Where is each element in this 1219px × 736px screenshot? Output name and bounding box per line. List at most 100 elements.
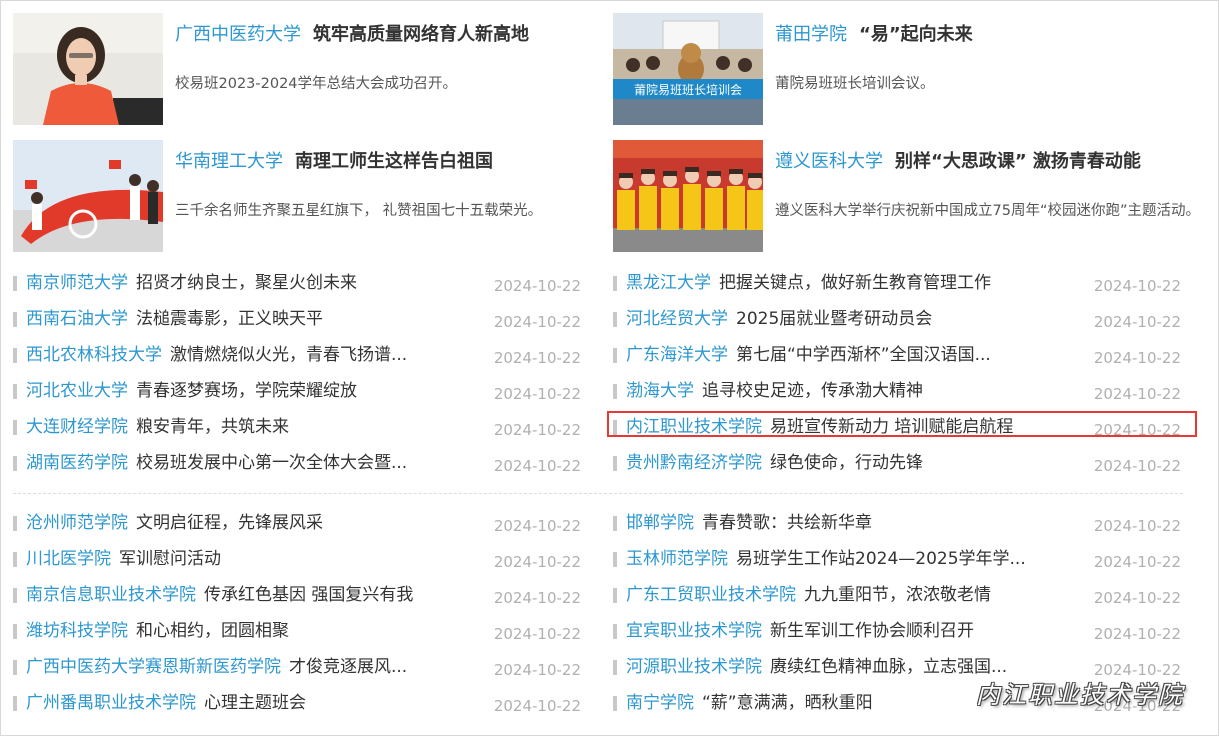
news-title-link[interactable]: 心理主题班会 [204, 693, 306, 713]
school-link[interactable]: 西北农林科技大学 [26, 345, 162, 365]
list-item[interactable]: 广东海洋大学 第七届“中学西渐杯”全国汉语国... 2024-10-22 [613, 338, 1181, 374]
news-title-link[interactable]: 赓续红色精神血脉，立志强国... [770, 657, 1007, 677]
feature-item[interactable]: 遵义医科大学 别样“大思政课” 激扬青春动能 遵义医科大学举行庆祝新中国成立75周… [613, 140, 1203, 254]
news-title-link[interactable]: 青春逐梦赛场，学院荣耀绽放 [136, 381, 357, 401]
feature-summary: 校易班2023-2024学年总结大会成功召开。 [175, 76, 458, 92]
school-link[interactable]: 南宁学院 [626, 693, 694, 713]
list-item[interactable]: 大连财经学院 粮安青年，共筑未来 2024-10-22 [13, 410, 581, 446]
news-title-link[interactable]: 才俊竞逐展风... [289, 657, 407, 677]
school-link[interactable]: 广州番禺职业技术学院 [26, 693, 196, 713]
school-link[interactable]: 邯郸学院 [626, 513, 694, 533]
feature-item[interactable]: 华南理工大学 南理工师生这样告白祖国 三千余名师生齐聚五星红旗下， 礼赞祖国七十五… [13, 140, 603, 254]
school-link[interactable]: 广东工贸职业技术学院 [626, 585, 796, 605]
news-title-link[interactable]: 易班学生工作站2024—2025学年学... [736, 549, 1026, 569]
news-date: 2024-10-22 [1093, 277, 1181, 295]
school-link[interactable]: 河北经贸大学 [626, 309, 728, 329]
news-date: 2024-10-22 [1093, 553, 1181, 571]
list-item[interactable]: 川北医学院 军训慰问活动 2024-10-22 [13, 542, 581, 578]
feature-photo[interactable] [13, 13, 163, 125]
list-item[interactable]: 南京师范大学 招贤才纳良士，聚星火创未来 2024-10-22 [13, 266, 581, 302]
feature-school-link[interactable]: 广西中医药大学 [175, 24, 301, 45]
school-link[interactable]: 南京信息职业技术学院 [26, 585, 196, 605]
news-title-link[interactable]: 粮安青年，共筑未来 [136, 417, 289, 437]
list-item[interactable]: 沧州师范学院 文明启征程，先锋展风采 2024-10-22 [13, 506, 581, 542]
bullet-bar [13, 552, 17, 567]
news-title-link[interactable]: 追寻校史足迹，传承渤大精神 [702, 381, 923, 401]
feature-title[interactable]: 莆田学院 “易”起向未来 [775, 23, 973, 47]
feature-photo[interactable] [13, 140, 163, 252]
news-title-link[interactable]: 传承红色基因 强国复兴有我 [204, 585, 413, 605]
school-link[interactable]: 河源职业技术学院 [626, 657, 762, 677]
feature-headline-link[interactable]: 南理工师生这样告白祖国 [295, 151, 493, 172]
school-link[interactable]: 西南石油大学 [26, 309, 128, 329]
school-link[interactable]: 宜宾职业技术学院 [626, 621, 762, 641]
feature-photo[interactable]: 莆院易班班长培训会 [613, 13, 763, 125]
feature-school-link[interactable]: 华南理工大学 [175, 151, 283, 172]
news-title-link[interactable]: 易班宣传新动力 培训赋能启航程 [770, 417, 1013, 437]
news-date: 2024-10-22 [493, 313, 581, 331]
school-link[interactable]: 河北农业大学 [26, 381, 128, 401]
feature-photo[interactable] [613, 140, 763, 252]
feature-title[interactable]: 广西中医药大学 筑牢高质量网络育人新高地 [175, 23, 529, 47]
feature-item[interactable]: 广西中医药大学 筑牢高质量网络育人新高地 校易班2023-2024学年总结大会成功… [13, 13, 603, 127]
school-link[interactable]: 大连财经学院 [26, 417, 128, 437]
news-title-link[interactable]: 招贤才纳良士，聚星火创未来 [136, 273, 357, 293]
list-item[interactable]: 西北农林科技大学 激情燃烧似火光，青春飞扬谱... 2024-10-22 [13, 338, 581, 374]
news-title-link[interactable]: 军训慰问活动 [119, 549, 221, 569]
school-link[interactable]: 广东海洋大学 [626, 345, 728, 365]
news-title-link[interactable]: 校易班发展中心第一次全体大会暨... [136, 453, 407, 473]
school-link[interactable]: 玉林师范学院 [626, 549, 728, 569]
feature-item[interactable]: 莆院易班班长培训会 莆田学院 “易”起向未来 莆院易班班长培训会议。 [613, 13, 1203, 127]
school-link[interactable]: 川北医学院 [26, 549, 111, 569]
school-link[interactable]: 渤海大学 [626, 381, 694, 401]
list-item[interactable]: 湖南医药学院 校易班发展中心第一次全体大会暨... 2024-10-22 [13, 446, 581, 482]
news-title-link[interactable]: 2025届就业暨考研动员会 [736, 309, 932, 329]
list-item[interactable]: 渤海大学 追寻校史足迹，传承渤大精神 2024-10-22 [613, 374, 1181, 410]
news-title-link[interactable]: 第七届“中学西渐杯”全国汉语国... [736, 345, 991, 365]
school-link[interactable]: 南京师范大学 [26, 273, 128, 293]
news-list-right-top: 黑龙江大学 把握关键点，做好新生教育管理工作 2024-10-22 河北经贸大学 20… [613, 266, 1181, 482]
feature-school-link[interactable]: 遵义医科大学 [775, 151, 883, 172]
list-item[interactable]: 广东工贸职业技术学院 九九重阳节，浓浓敬老情 2024-10-22 [613, 578, 1181, 614]
feature-headline-link[interactable]: 筑牢高质量网络育人新高地 [313, 24, 529, 45]
news-title-link[interactable]: 和心相约，团圆相聚 [136, 621, 289, 641]
list-item[interactable]: 南京信息职业技术学院 传承红色基因 强国复兴有我 2024-10-22 [13, 578, 581, 614]
news-title-link[interactable]: “薪”意满满，晒秋重阳 [702, 693, 873, 713]
news-title-link[interactable]: 绿色使命，行动先锋 [770, 453, 923, 473]
school-link[interactable]: 湖南医药学院 [26, 453, 128, 473]
list-item[interactable]: 贵州黔南经济学院 绿色使命，行动先锋 2024-10-22 [613, 446, 1181, 482]
feature-school-link[interactable]: 莆田学院 [775, 24, 847, 45]
news-title-link[interactable]: 青春赞歌：共绘新华章 [702, 513, 872, 533]
school-link[interactable]: 内江职业技术学院 [626, 417, 762, 437]
news-title-link[interactable]: 法槌震毒影，正义映天平 [136, 309, 323, 329]
feature-title[interactable]: 华南理工大学 南理工师生这样告白祖国 [175, 150, 493, 174]
school-link[interactable]: 广西中医药大学赛恩斯新医药学院 [26, 657, 281, 677]
news-date: 2024-10-22 [1093, 589, 1181, 607]
list-item[interactable]: 邯郸学院 青春赞歌：共绘新华章 2024-10-22 [613, 506, 1181, 542]
list-item[interactable]: 玉林师范学院 易班学生工作站2024—2025学年学... 2024-10-22 [613, 542, 1181, 578]
list-item[interactable]: 潍坊科技学院 和心相约，团圆相聚 2024-10-22 [13, 614, 581, 650]
list-item[interactable]: 西南石油大学 法槌震毒影，正义映天平 2024-10-22 [13, 302, 581, 338]
feature-summary: 三千余名师生齐聚五星红旗下， 礼赞祖国七十五载荣光。 [175, 203, 543, 219]
news-title-link[interactable]: 新生军训工作协会顺利召开 [770, 621, 974, 641]
school-link[interactable]: 黑龙江大学 [626, 273, 711, 293]
list-item[interactable]: 广州番禺职业技术学院 心理主题班会 2024-10-22 [13, 686, 581, 722]
school-link[interactable]: 贵州黔南经济学院 [626, 453, 762, 473]
feature-headline-link[interactable]: 别样“大思政课” 激扬青春动能 [895, 151, 1141, 172]
list-item[interactable]: 黑龙江大学 把握关键点，做好新生教育管理工作 2024-10-22 [613, 266, 1181, 302]
list-item[interactable]: 河北农业大学 青春逐梦赛场，学院荣耀绽放 2024-10-22 [13, 374, 581, 410]
list-item[interactable]: 河北经贸大学 2025届就业暨考研动员会 2024-10-22 [613, 302, 1181, 338]
school-link[interactable]: 沧州师范学院 [26, 513, 128, 533]
list-item[interactable]: 广西中医药大学赛恩斯新医药学院 才俊竞逐展风... 2024-10-22 [13, 650, 581, 686]
news-title-link[interactable]: 激情燃烧似火光，青春飞扬谱... [170, 345, 407, 365]
list-item[interactable]: 内江职业技术学院 易班宣传新动力 培训赋能启航程 2024-10-22 [613, 410, 1181, 446]
feature-title[interactable]: 遵义医科大学 别样“大思政课” 激扬青春动能 [775, 150, 1141, 174]
feature-headline-link[interactable]: “易”起向未来 [859, 24, 973, 45]
school-link[interactable]: 潍坊科技学院 [26, 621, 128, 641]
news-title-link[interactable]: 文明启征程，先锋展风采 [136, 513, 323, 533]
news-title-link[interactable]: 把握关键点，做好新生教育管理工作 [719, 273, 991, 293]
news-date: 2024-10-22 [1093, 313, 1181, 331]
news-date: 2024-10-22 [493, 349, 581, 367]
list-item[interactable]: 宜宾职业技术学院 新生军训工作协会顺利召开 2024-10-22 [613, 614, 1181, 650]
news-title-link[interactable]: 九九重阳节，浓浓敬老情 [804, 585, 991, 605]
